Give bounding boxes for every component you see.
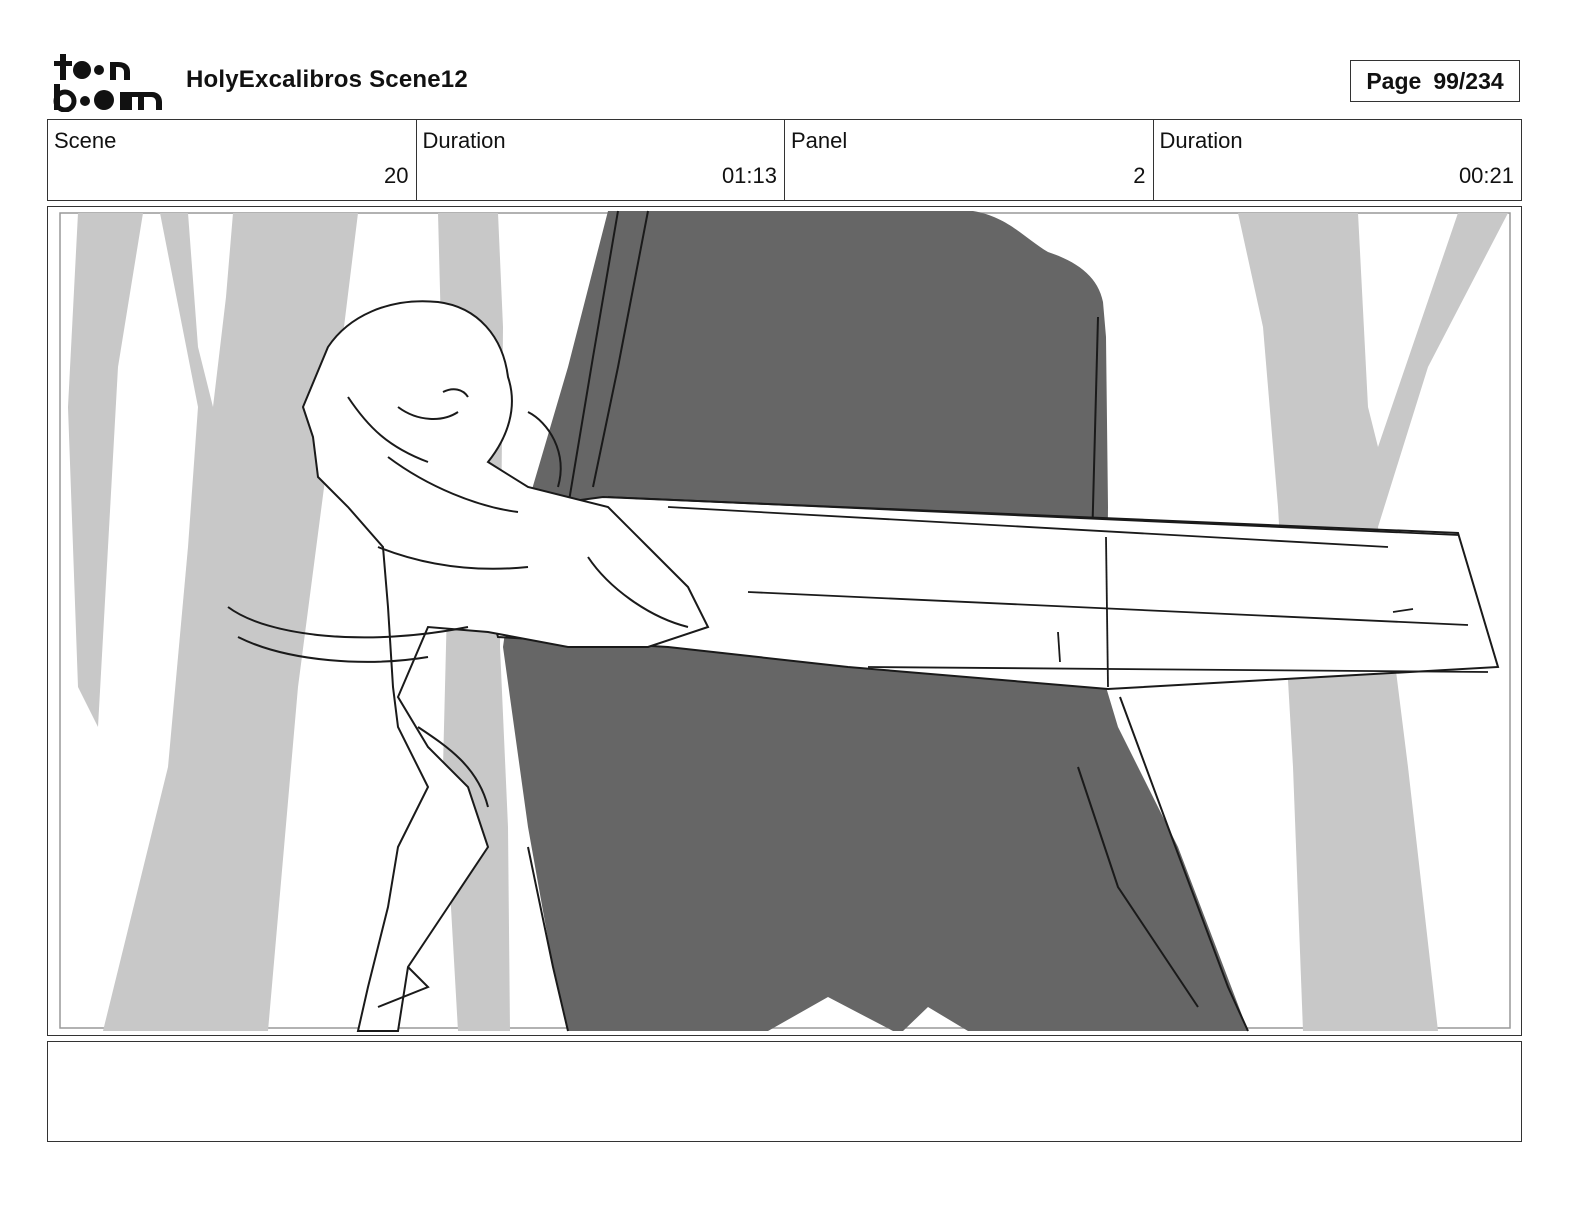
panel-duration-value: 00:21 <box>1458 163 1514 188</box>
panel-duration-cell: Duration 00:21 <box>1154 120 1522 200</box>
storyboard-panel <box>47 206 1522 1036</box>
panel-sketch <box>59 210 1511 1032</box>
panel-info-table: Scene 20 Duration 01:13 Panel 2 Duration… <box>47 119 1522 201</box>
panel-value: 2 <box>1133 163 1146 188</box>
page-label: Page <box>1366 67 1422 94</box>
toon-boom-logo <box>52 52 164 113</box>
page-indicator: Page 99/234 <box>1350 60 1520 102</box>
scene-duration-label: Duration <box>422 128 506 153</box>
scene-duration-cell: Duration 01:13 <box>417 120 785 200</box>
scene-cell: Scene 20 <box>48 120 417 200</box>
scene-duration-value: 01:13 <box>721 163 777 188</box>
document-title: HolyExcalibros Scene12 <box>186 66 468 93</box>
panel-cell: Panel 2 <box>785 120 1154 200</box>
panel-notes-box <box>47 1041 1522 1142</box>
panel-label: Panel <box>791 128 848 153</box>
scene-label: Scene <box>54 128 117 153</box>
panel-duration-label: Duration <box>1159 128 1243 153</box>
scene-value: 20 <box>384 163 409 188</box>
page-number: 99/234 <box>1433 67 1504 94</box>
